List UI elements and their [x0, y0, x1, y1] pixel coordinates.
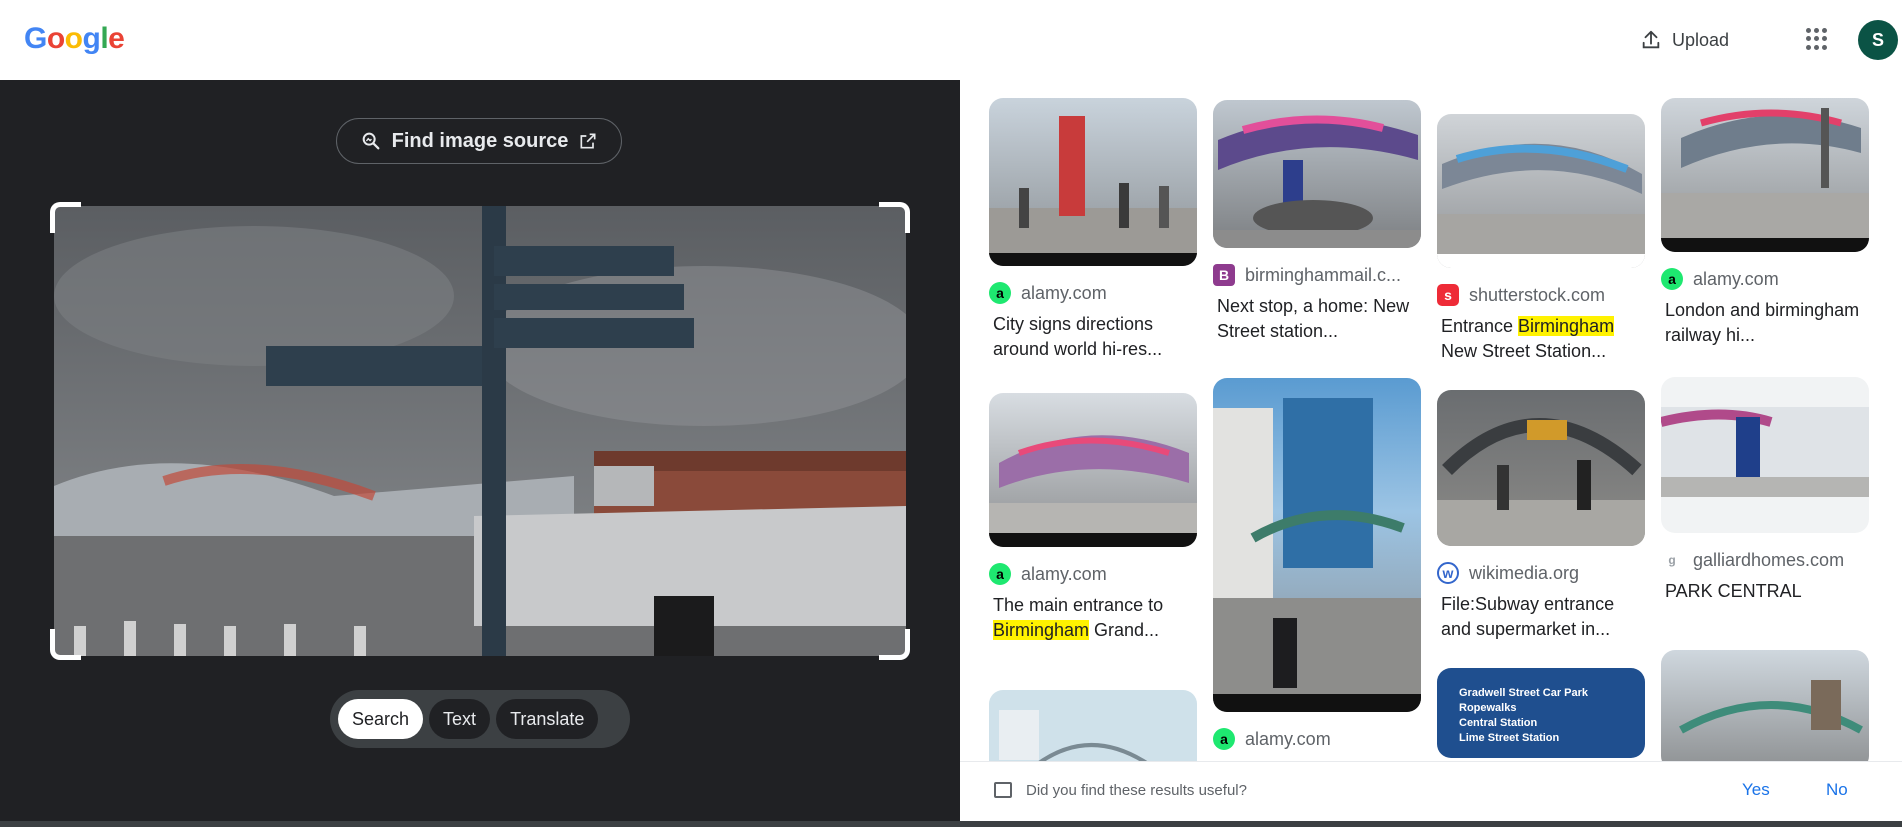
alamy-favicon-icon: a: [1661, 268, 1683, 290]
result-source: shutterstock.com: [1469, 284, 1606, 305]
feedback-no-button[interactable]: No: [1826, 780, 1848, 800]
upload-icon: [1642, 30, 1660, 49]
result-card[interactable]: g galliardhomes.com PARK CENTRAL: [1661, 377, 1869, 604]
selection-box[interactable]: [50, 202, 910, 660]
feedback-yes-button[interactable]: Yes: [1742, 780, 1770, 800]
result-thumbnail: [1437, 390, 1645, 546]
result-card[interactable]: Gradwell Street Car Park Ropewalks Centr…: [1437, 668, 1645, 758]
open-in-new-icon: [580, 133, 596, 149]
account-avatar[interactable]: S: [1858, 20, 1898, 60]
result-title: London and birmingham railway hi...: [1665, 300, 1860, 345]
result-source: alamy.com: [1245, 728, 1331, 749]
upload-button[interactable]: Upload: [1640, 24, 1729, 56]
logo-letter: o: [64, 22, 83, 55]
logo-letter: l: [100, 22, 109, 55]
wikimedia-favicon-icon: w: [1437, 562, 1459, 584]
tab-translate[interactable]: Translate: [496, 699, 599, 739]
result-thumbnail: [1661, 98, 1869, 252]
feedback-question: Did you find these results useful?: [1026, 782, 1247, 799]
result-card[interactable]: a alamy.com The main entrance to Birmingh…: [989, 393, 1197, 643]
result-card[interactable]: a alamy.com London and birmingham railway…: [1661, 98, 1869, 348]
alamy-favicon-icon: a: [989, 282, 1011, 304]
result-source: alamy.com: [1693, 268, 1779, 289]
result-thumbnail: [989, 98, 1197, 266]
result-thumbnail: [1213, 100, 1421, 248]
birminghammail-favicon-icon: B: [1213, 264, 1235, 286]
alamy-favicon-icon: a: [1213, 728, 1235, 750]
alamy-favicon-icon: a: [989, 563, 1011, 585]
result-title: File:Subway entrance and supermarket in.…: [1441, 594, 1615, 639]
feedback-bar: Did you find these results useful? Yes N…: [960, 761, 1902, 821]
result-source: birminghammail.c...: [1245, 264, 1402, 285]
feedback-icon: [994, 782, 1012, 798]
result-title: Next stop, a home: New Street station...: [1217, 296, 1410, 341]
image-search-icon: [362, 132, 380, 150]
tab-text[interactable]: Text: [429, 699, 491, 739]
logo-letter: e: [108, 22, 125, 55]
logo-letter: g: [82, 22, 101, 55]
result-card[interactable]: a alamy.com: [1213, 378, 1421, 750]
result-title: PARK CENTRAL: [1665, 581, 1802, 601]
result-title: City signs directions around world hi-re…: [993, 314, 1163, 359]
find-image-source-button[interactable]: Find image source: [336, 118, 622, 164]
result-thumbnail: [1661, 650, 1869, 770]
result-card[interactable]: a alamy.com City signs directions around …: [989, 98, 1197, 362]
find-image-source-label: Find image source: [391, 129, 569, 152]
google-logo[interactable]: Google: [24, 22, 125, 56]
logo-letter: o: [46, 22, 65, 55]
result-source: alamy.com: [1021, 282, 1107, 303]
result-card[interactable]: w wikimedia.org File:Subway entrance and …: [1437, 390, 1645, 642]
result-thumbnail: Gradwell Street Car Park Ropewalks Centr…: [1437, 668, 1645, 758]
logo-letter: G: [24, 22, 47, 55]
visual-matches-panel: a alamy.com City signs directions around …: [960, 80, 1902, 821]
top-header: Google Upload S: [0, 0, 1902, 80]
galliardhomes-favicon-icon: g: [1661, 549, 1683, 571]
result-title: Entrance Birmingham New Street Station..…: [1441, 316, 1615, 361]
result-title: The main entrance to Birmingham Grand...: [993, 595, 1164, 640]
result-source: wikimedia.org: [1469, 562, 1580, 583]
result-card[interactable]: [1661, 650, 1869, 770]
shutterstock-favicon-icon: s: [1437, 284, 1459, 306]
google-apps-icon[interactable]: [1806, 28, 1828, 50]
result-thumbnail: [1213, 378, 1421, 712]
lens-image-panel: Find image source Search Text Translate: [0, 80, 960, 821]
bottom-divider: [0, 821, 1902, 827]
result-thumbnail: [989, 393, 1197, 547]
upload-label: Upload: [1672, 29, 1730, 50]
result-source: galliardhomes.com: [1693, 549, 1845, 570]
result-card[interactable]: Bbirminghammail.c... Next stop, a home: …: [1213, 100, 1421, 344]
result-thumbnail: [1661, 377, 1869, 533]
lens-mode-tabs: Search Text Translate: [330, 690, 630, 748]
tab-search[interactable]: Search: [338, 699, 424, 739]
result-card[interactable]: s shutterstock.com Entrance Birmingham Ne…: [1437, 114, 1645, 364]
result-thumbnail: [1437, 114, 1645, 268]
result-source: alamy.com: [1021, 563, 1107, 584]
query-image: [54, 206, 906, 656]
